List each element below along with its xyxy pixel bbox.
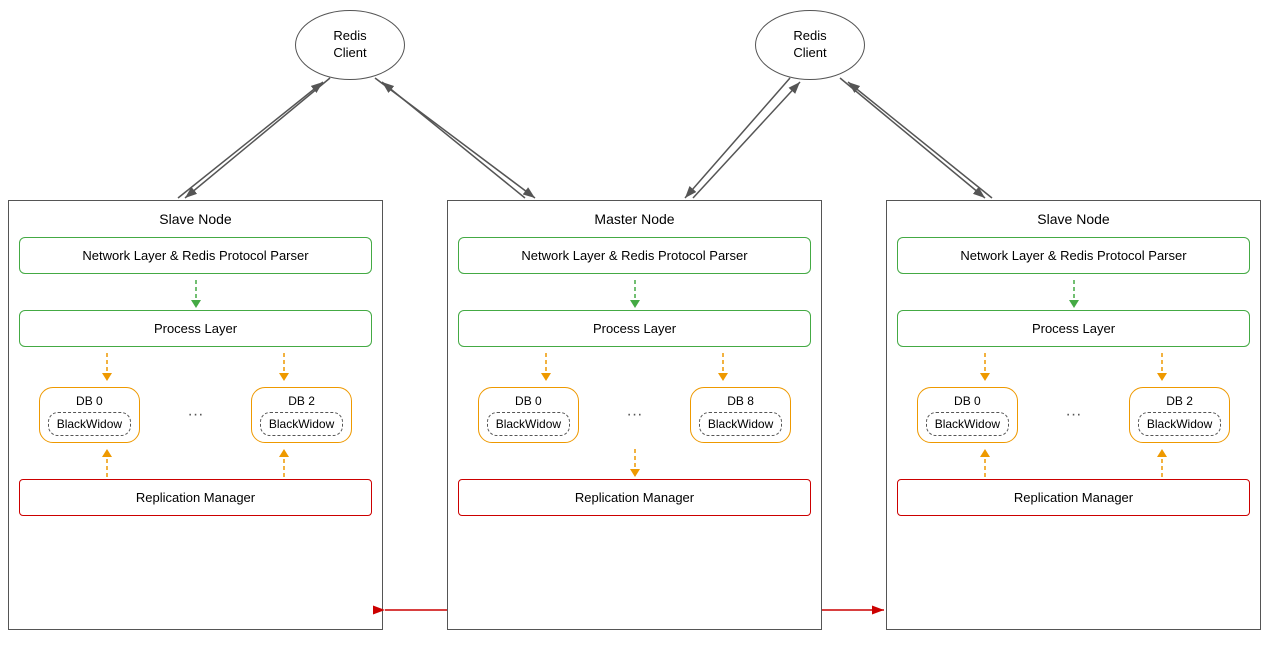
- master-db8: DB 8 BlackWidow: [690, 387, 791, 443]
- redis-client-1: Redis Client: [295, 10, 405, 80]
- master-process-layer: Process Layer: [458, 310, 811, 347]
- slave1-replication-manager: Replication Manager: [19, 479, 372, 516]
- slave1-db-row: DB 0 BlackWidow ··· DB 2 BlackWidow: [19, 387, 372, 443]
- slave2-process-layer: Process Layer: [897, 310, 1250, 347]
- slave2-db2: DB 2 BlackWidow: [1129, 387, 1230, 443]
- master-db-row: DB 0 BlackWidow ··· DB 8 BlackWidow: [458, 387, 811, 443]
- slave-node-1-title: Slave Node: [19, 211, 372, 227]
- slave-node-2: Slave Node Network Layer & Redis Protoco…: [886, 200, 1261, 630]
- slave2-replication-manager: Replication Manager: [897, 479, 1250, 516]
- slave-node-2-title: Slave Node: [897, 211, 1250, 227]
- master-network-layer: Network Layer & Redis Protocol Parser: [458, 237, 811, 274]
- diagram: Redis Client Redis Client Slave Node Net…: [0, 0, 1269, 650]
- slave1-network-layer: Network Layer & Redis Protocol Parser: [19, 237, 372, 274]
- slave2-db-row: DB 0 BlackWidow ··· DB 2 BlackWidow: [897, 387, 1250, 443]
- master-db0: DB 0 BlackWidow: [478, 387, 579, 443]
- slave2-network-layer: Network Layer & Redis Protocol Parser: [897, 237, 1250, 274]
- slave1-process-layer: Process Layer: [19, 310, 372, 347]
- slave1-db0: DB 0 BlackWidow: [39, 387, 140, 443]
- master-node: Master Node Network Layer & Redis Protoc…: [447, 200, 822, 630]
- master-replication-manager: Replication Manager: [458, 479, 811, 516]
- slave1-db2: DB 2 BlackWidow: [251, 387, 352, 443]
- slave2-db0: DB 0 BlackWidow: [917, 387, 1018, 443]
- redis-client-2: Redis Client: [755, 10, 865, 80]
- slave-node-1: Slave Node Network Layer & Redis Protoco…: [8, 200, 383, 630]
- master-node-title: Master Node: [458, 211, 811, 227]
